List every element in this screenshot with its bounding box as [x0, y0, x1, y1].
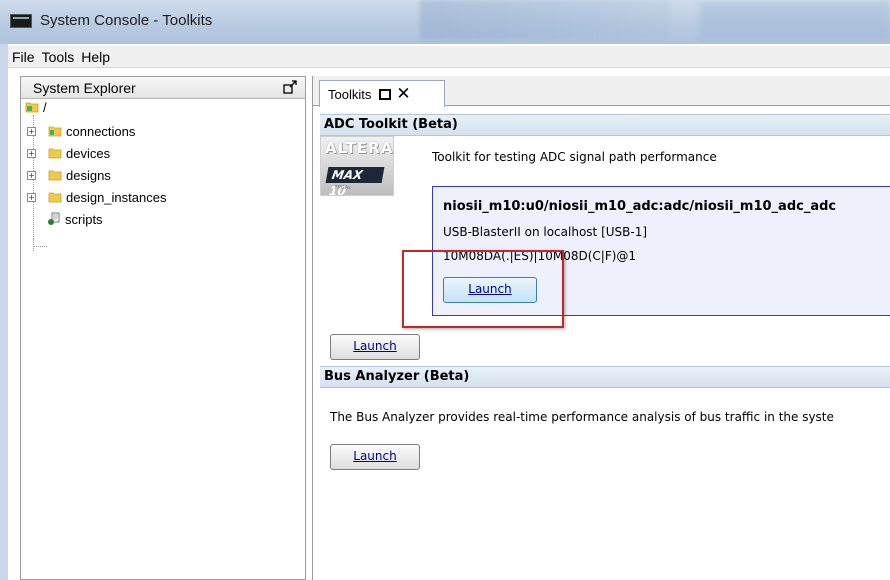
- folder-icon: [48, 126, 62, 137]
- maximize-icon[interactable]: [379, 88, 392, 100]
- logo-sub: FPGAs: [335, 185, 351, 191]
- expand-icon[interactable]: +: [27, 192, 36, 202]
- tree-item-root[interactable]: /: [25, 97, 47, 117]
- logo-badge: MAX 10: [325, 167, 385, 195]
- tree-guide: [33, 246, 47, 247]
- menu-help[interactable]: Help: [81, 49, 110, 65]
- tree-item-label: scripts: [65, 211, 103, 227]
- folder-icon: [25, 102, 39, 113]
- maximize-icon[interactable]: [283, 80, 297, 94]
- adc-launch-button[interactable]: Launch: [330, 334, 420, 360]
- menu-tools[interactable]: Tools: [42, 49, 75, 65]
- tab-strip: Toolkits ✕: [313, 76, 890, 107]
- tab-toolkits[interactable]: Toolkits ✕: [319, 80, 445, 107]
- expand-icon[interactable]: +: [27, 148, 36, 158]
- tree-item-label: connections: [66, 123, 136, 139]
- expand-icon[interactable]: +: [27, 170, 36, 180]
- system-explorer-panel: System Explorer / + connections + device…: [20, 76, 306, 580]
- tree-item-scripts[interactable]: scripts: [47, 209, 103, 229]
- logo-brand: ALTERA.: [325, 139, 394, 157]
- folder-icon: [48, 170, 62, 181]
- tree-item-label: devices: [66, 145, 111, 161]
- system-explorer-title: System Explorer: [33, 80, 136, 96]
- tree-item-label: /: [43, 99, 47, 115]
- title-bar: System Console - Toolkits: [0, 0, 890, 44]
- adc-toolkit-header: ADC Toolkit (Beta): [320, 114, 890, 136]
- menu-bar: File Tools Help: [8, 46, 890, 68]
- window-title: System Console - Toolkits: [40, 12, 213, 29]
- console-app-icon: [10, 14, 32, 28]
- folder-icon: [48, 192, 62, 203]
- tree-item-label: designs: [66, 167, 111, 183]
- bus-analyzer-header: Bus Analyzer (Beta): [320, 366, 890, 388]
- folder-icon: [48, 148, 62, 159]
- expand-icon[interactable]: +: [27, 126, 36, 136]
- tree-item-designs[interactable]: + designs: [27, 165, 111, 185]
- bus-analyzer-launch-button[interactable]: Launch: [330, 444, 420, 470]
- bus-analyzer-description: The Bus Analyzer provides real-time perf…: [330, 410, 834, 424]
- background-blur: [700, 2, 890, 40]
- tree-guide: [33, 239, 34, 251]
- tree-item-devices[interactable]: + devices: [27, 143, 110, 163]
- window-frame: [0, 44, 8, 580]
- device-cable: USB-BlasterII on localhost [USB-1]: [443, 225, 648, 239]
- device-path: niosii_m10:u0/niosii_m10_adc:adc/niosii_…: [443, 199, 837, 214]
- adc-toolkit-description: Toolkit for testing ADC signal path perf…: [432, 150, 717, 164]
- altera-max10-logo: ALTERA. MAX 10 FPGAs: [320, 136, 394, 196]
- tree-item-design-instances[interactable]: + design_instances: [27, 187, 166, 207]
- callout-highlight: [402, 250, 564, 328]
- script-icon: [48, 212, 60, 225]
- close-icon[interactable]: ✕: [396, 86, 410, 103]
- tab-label: Toolkits: [328, 86, 372, 102]
- menu-file[interactable]: File: [12, 49, 35, 65]
- tree-item-label: design_instances: [66, 189, 167, 205]
- system-explorer-header: System Explorer: [21, 77, 305, 99]
- tree-item-connections[interactable]: + connections: [27, 121, 135, 141]
- background-blur: [420, 0, 670, 40]
